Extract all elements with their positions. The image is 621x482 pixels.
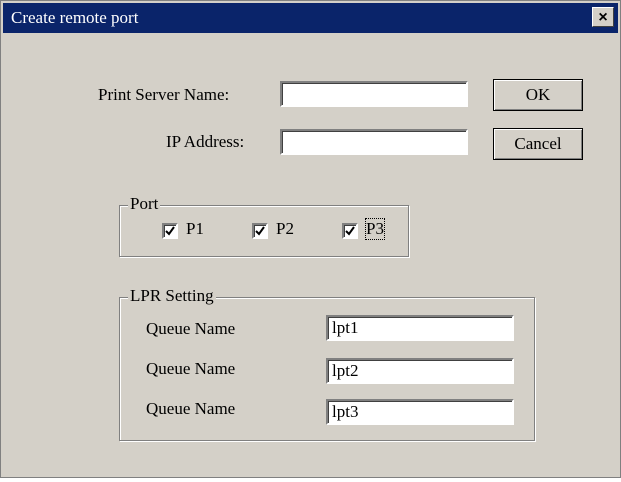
queue-name-label-1: Queue Name	[146, 319, 236, 338]
create-remote-port-dialog: Create remote port × Print Server Name: …	[0, 0, 621, 478]
p2-checkbox[interactable]	[252, 223, 268, 239]
cancel-button[interactable]: Cancel	[493, 128, 583, 160]
dialog-title: Create remote port	[11, 8, 139, 27]
ip-address-label: IP Address:	[166, 132, 245, 151]
ok-button[interactable]: OK	[493, 79, 583, 111]
port-group-legend: Port	[128, 194, 161, 214]
checkmark-icon	[165, 226, 175, 236]
p3-label[interactable]: P3	[365, 218, 385, 240]
queue-name-label-3: Queue Name	[146, 399, 236, 418]
lpr-setting-group: LPR Setting Queue Name Queue Name Queue …	[119, 286, 535, 441]
p2-label[interactable]: P2	[276, 219, 294, 239]
lpr-setting-legend: LPR Setting	[128, 286, 216, 306]
title-bar[interactable]: Create remote port ×	[3, 3, 618, 33]
queue-name-label-2: Queue Name	[146, 359, 236, 378]
queue-name-input-1[interactable]	[326, 315, 514, 341]
close-icon: ×	[598, 9, 608, 26]
queue-name-input-2[interactable]	[326, 358, 514, 384]
print-server-name-label: Print Server Name:	[98, 85, 230, 104]
checkmark-icon	[345, 226, 355, 236]
queue-name-input-3[interactable]	[326, 399, 514, 425]
print-server-name-input[interactable]	[280, 81, 468, 107]
p3-checkbox[interactable]	[342, 223, 358, 239]
checkmark-icon	[255, 226, 265, 236]
port-group: Port P1 P2 P3	[119, 194, 409, 257]
close-button[interactable]: ×	[592, 7, 614, 27]
ip-address-input[interactable]	[280, 129, 468, 155]
p1-label[interactable]: P1	[186, 219, 204, 239]
p1-checkbox[interactable]	[162, 223, 178, 239]
